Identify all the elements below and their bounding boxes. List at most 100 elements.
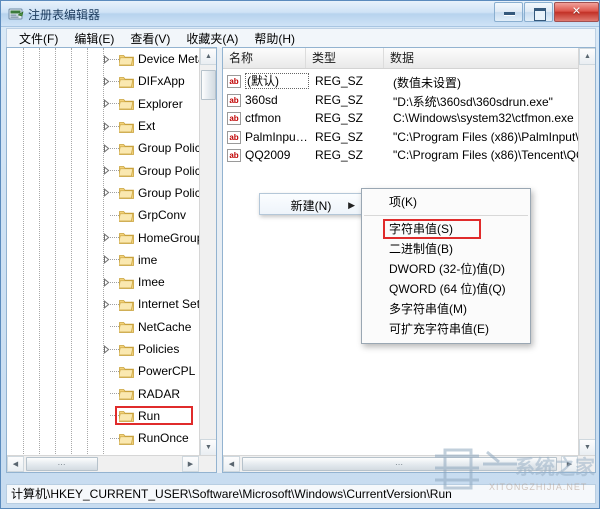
- submenu-item[interactable]: 项(K): [362, 192, 530, 212]
- chevron-right-icon: ▶: [348, 200, 355, 210]
- folder-icon: [118, 365, 134, 378]
- folder-icon: [118, 320, 134, 334]
- string-value-icon: ab: [227, 75, 241, 88]
- values-scroll-down-button[interactable]: ▼: [579, 439, 595, 456]
- window-controls: ✕: [494, 2, 599, 22]
- tree-item-group-policy[interactable]: Group Policy: [7, 182, 200, 204]
- values-list-header: 名称 类型 数据: [223, 48, 595, 69]
- tree-horizontal-scrollbar[interactable]: ◀ ⋯ ▶: [7, 455, 216, 472]
- value-name-cell: QQ2009: [245, 148, 291, 163]
- tree-connector-line: [110, 147, 119, 149]
- tree-connector-line: [110, 281, 119, 283]
- submenu-item[interactable]: 字符串值(S): [362, 219, 530, 239]
- folder-icon: [118, 209, 134, 222]
- folder-icon: [118, 343, 134, 356]
- values-scroll-left-button[interactable]: ◀: [223, 456, 240, 472]
- close-icon: ✕: [571, 5, 582, 18]
- value-data-cell: C:\Windows\system32\ctfmon.exe: [393, 111, 574, 126]
- values-hscroll-thumb[interactable]: ⋯: [242, 457, 557, 471]
- registry-editor-window: 注册表编辑器 ✕ 文件(F) 编辑(E) 查看(V) 收藏夹(A) 帮助(H): [0, 0, 600, 509]
- tree-item-label: Policies: [138, 342, 180, 356]
- tree-item-label: Device Metac: [138, 52, 200, 67]
- registry-tree-pane[interactable]: Device Metac DIFxApp Explorer Ext Group Poli…: [6, 47, 217, 473]
- menu-edit[interactable]: 编辑(E): [66, 29, 122, 48]
- value-data-cell: (数值未设置): [393, 76, 461, 90]
- values-horizontal-scrollbar[interactable]: ◀ ⋯ ▶: [223, 455, 595, 472]
- menu-help[interactable]: 帮助(H): [246, 29, 303, 48]
- tree-scroll-thumb[interactable]: [201, 70, 216, 100]
- tree-item-policies[interactable]: Policies: [7, 338, 200, 360]
- tree-scroll-down-button[interactable]: ▼: [200, 439, 216, 456]
- folder-icon: [118, 253, 134, 267]
- table-row[interactable]: ab 360sd REG_SZ "D:\系统\360sd\360sdrun.exe": [223, 92, 579, 111]
- menu-file[interactable]: 文件(F): [11, 29, 66, 48]
- context-menu-new-item[interactable]: 新建(N) ▶: [259, 193, 363, 215]
- tree-row-list: Device Metac DIFxApp Explorer Ext Group Poli…: [7, 48, 200, 456]
- values-scroll-up-button[interactable]: ▲: [579, 48, 595, 65]
- tree-item-label: Ext: [138, 119, 156, 134]
- value-name-cell: (默认): [245, 73, 309, 89]
- tree-scroll-left-button[interactable]: ◀: [7, 456, 24, 472]
- registry-editor-icon: [8, 6, 24, 22]
- tree-item-label: RADAR: [138, 386, 181, 401]
- tree-item-homegroup[interactable]: HomeGroup: [7, 226, 200, 248]
- value-type-cell: REG_SZ: [315, 92, 364, 107]
- tree-item-grpconv[interactable]: GrpConv: [7, 204, 200, 226]
- tree-connector-line: [110, 214, 119, 216]
- tree-item-runonce[interactable]: RunOnce: [7, 427, 200, 449]
- table-row[interactable]: ab QQ2009 REG_SZ "C:\Program Files (x86)\Te…: [223, 147, 583, 166]
- submenu-item[interactable]: DWORD (32-位)值(D): [362, 259, 530, 279]
- submenu-item[interactable]: 可扩充字符串值(E): [362, 319, 530, 339]
- tree-connector-line: [110, 125, 119, 127]
- string-value-icon: ab: [227, 130, 241, 144]
- highlight-annotation-box: [115, 405, 193, 425]
- tree-item-ext[interactable]: Ext: [7, 115, 200, 137]
- tree-item-label: GrpConv: [138, 208, 187, 223]
- tree-item-netcache[interactable]: NetCache: [7, 316, 200, 338]
- values-vertical-scrollbar[interactable]: ▲ ▼: [578, 48, 595, 456]
- tree-item-device-metac[interactable]: Device Metac: [7, 48, 200, 70]
- tree-connector-line: [110, 437, 119, 439]
- minimize-button[interactable]: [494, 2, 523, 22]
- menu-favorites[interactable]: 收藏夹(A): [178, 29, 246, 48]
- tree-item-label: Internet Settin: [138, 297, 200, 312]
- tree-scroll-up-button[interactable]: ▲: [200, 48, 216, 65]
- tree-item-explorer[interactable]: Explorer: [7, 93, 200, 115]
- column-header-type[interactable]: 类型: [306, 48, 384, 68]
- tree-connector-line: [110, 326, 119, 328]
- maximize-button[interactable]: [524, 2, 553, 22]
- tree-connector-line: [110, 170, 119, 172]
- tree-item-label: Group Policy: [138, 185, 200, 200]
- folder-icon: [118, 298, 134, 311]
- tree-item-internet-settin[interactable]: Internet Settin: [7, 293, 200, 315]
- submenu-item[interactable]: 多字符串值(M): [362, 299, 530, 319]
- tree-item-run[interactable]: Run: [7, 405, 200, 427]
- folder-icon: [118, 432, 134, 445]
- submenu-item[interactable]: 二进制值(B): [362, 239, 530, 259]
- table-row[interactable]: ab PalmInputStart... REG_SZ "C:\Program Fil…: [223, 129, 583, 148]
- tree-scroll-right-button[interactable]: ▶: [182, 456, 199, 472]
- folder-icon: [118, 75, 134, 88]
- tree-item-powercpl[interactable]: PowerCPL: [7, 360, 200, 382]
- menu-bar: 文件(F) 编辑(E) 查看(V) 收藏夹(A) 帮助(H): [6, 28, 596, 47]
- tree-item-group-policy[interactable]: Group Policy: [7, 137, 200, 159]
- tree-hscroll-thumb[interactable]: ⋯: [26, 457, 98, 471]
- tree-item-group-policy[interactable]: Group Policy: [7, 159, 200, 181]
- values-scroll-right-button[interactable]: ▶: [561, 456, 578, 472]
- tree-connector-line: [110, 259, 119, 261]
- table-row[interactable]: ab ctfmon REG_SZ C:\Windows\system32\ctfmon…: [223, 110, 579, 129]
- column-header-data[interactable]: 数据: [384, 48, 579, 68]
- tree-vertical-scrollbar[interactable]: ▲ ▼: [199, 48, 216, 456]
- column-header-name[interactable]: 名称: [223, 48, 306, 68]
- tree-item-difxapp[interactable]: DIFxApp: [7, 70, 200, 92]
- tree-item-radar[interactable]: RADAR: [7, 382, 200, 404]
- tree-connector-line: [110, 237, 119, 239]
- tree-item-label: RunOnce: [138, 431, 189, 446]
- submenu-item[interactable]: QWORD (64 位)值(Q): [362, 279, 530, 299]
- tree-item-imee[interactable]: Imee: [7, 271, 200, 293]
- tree-connector-line: [110, 303, 119, 305]
- menu-view[interactable]: 查看(V): [122, 29, 178, 48]
- table-row[interactable]: ab (默认) REG_SZ (数值未设置): [223, 73, 579, 92]
- tree-item-ime[interactable]: ime: [7, 249, 200, 271]
- close-button[interactable]: ✕: [554, 2, 599, 22]
